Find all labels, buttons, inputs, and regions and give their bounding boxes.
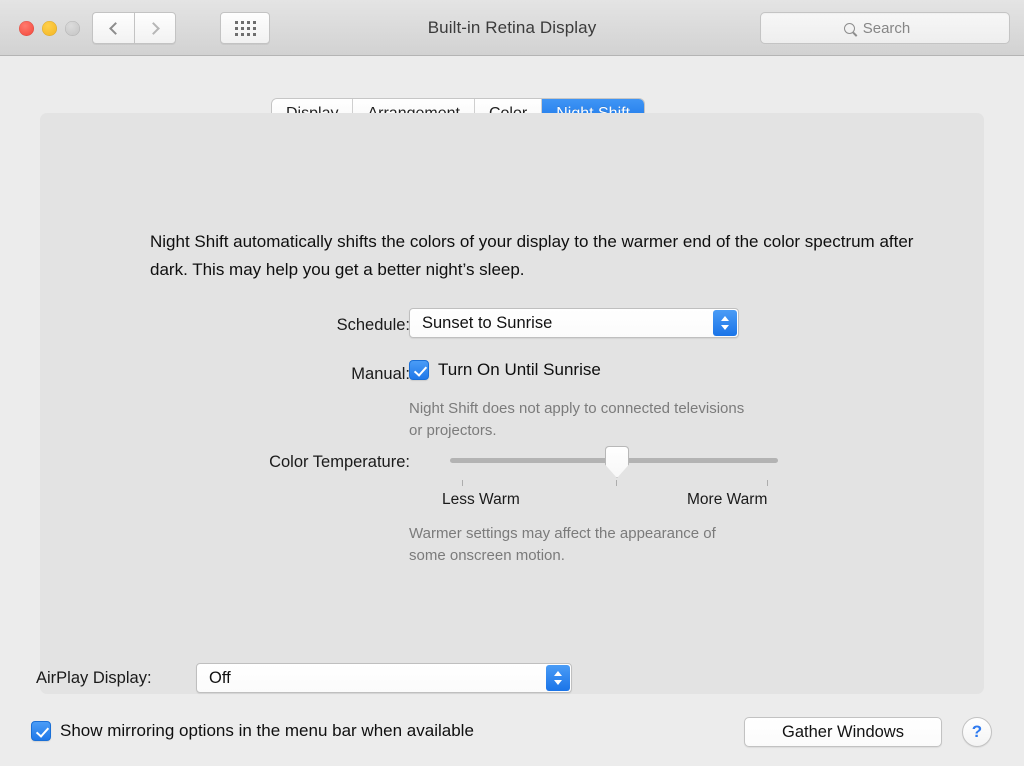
- airplay-display-label: AirPlay Display:: [36, 669, 152, 688]
- preferences-window: Built-in Retina Display Search Display A…: [0, 0, 1024, 766]
- show-mirroring-options-checkbox[interactable]: Show mirroring options in the menu bar w…: [31, 721, 474, 741]
- help-button[interactable]: ?: [962, 717, 992, 747]
- slider-tick-max: [767, 480, 768, 486]
- search-icon: [844, 23, 855, 34]
- color-temperature-slider[interactable]: Less Warm More Warm: [409, 448, 789, 508]
- manual-checkbox-label: Turn On Until Sunrise: [438, 360, 601, 380]
- slider-tick-mid: [616, 480, 617, 486]
- airplay-display-value: Off: [197, 669, 231, 688]
- search-input[interactable]: Search: [760, 12, 1010, 44]
- night-shift-panel: Night Shift automatically shifts the col…: [40, 113, 984, 694]
- window-body: Display Arrangement Color Night Shift Ni…: [0, 56, 1024, 766]
- show-mirroring-options-label: Show mirroring options in the menu bar w…: [60, 721, 474, 741]
- color-temperature-label: Color Temperature:: [100, 453, 410, 472]
- chevron-updown-icon: [546, 665, 570, 691]
- manual-label: Manual:: [140, 365, 410, 384]
- slider-tick-min: [462, 480, 463, 486]
- schedule-value: Sunset to Sunrise: [410, 314, 552, 333]
- slider-min-label: Less Warm: [442, 491, 520, 509]
- airplay-display-select[interactable]: Off: [196, 663, 572, 693]
- color-temperature-note: Warmer settings may affect the appearanc…: [409, 523, 749, 567]
- schedule-label: Schedule:: [140, 316, 410, 335]
- night-shift-description: Night Shift automatically shifts the col…: [150, 228, 930, 284]
- checkmark-icon: [31, 721, 51, 741]
- manual-turn-on-checkbox[interactable]: Turn On Until Sunrise: [409, 360, 601, 380]
- window-titlebar: Built-in Retina Display Search: [0, 0, 1024, 56]
- search-placeholder: Search: [863, 20, 911, 37]
- chevron-updown-icon: [713, 310, 737, 336]
- manual-note: Night Shift does not apply to connected …: [409, 398, 749, 442]
- checkmark-icon: [409, 360, 429, 380]
- gather-windows-button[interactable]: Gather Windows: [744, 717, 942, 747]
- schedule-select[interactable]: Sunset to Sunrise: [409, 308, 739, 338]
- slider-thumb[interactable]: [605, 446, 629, 478]
- slider-max-label: More Warm: [687, 491, 767, 509]
